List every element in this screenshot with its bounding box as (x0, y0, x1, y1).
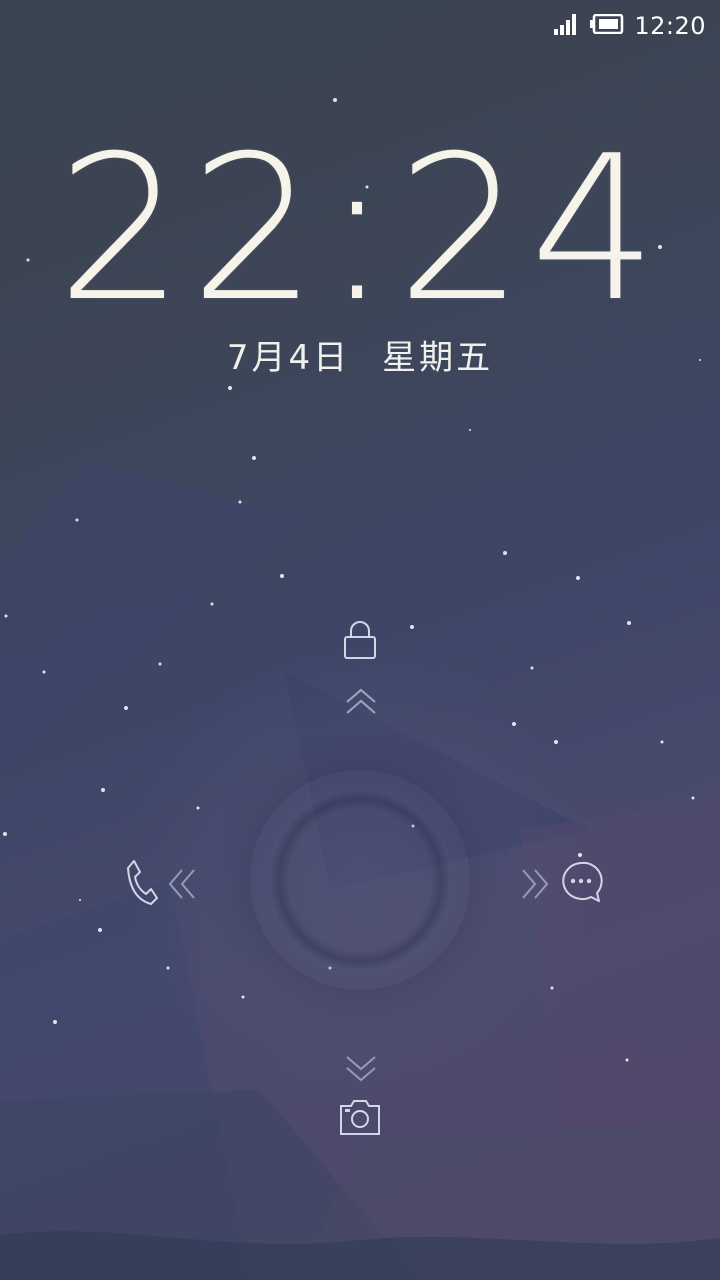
unlock-ring[interactable] (250, 770, 470, 990)
date-day: 7月4日 (226, 338, 351, 378)
chevron-down-icon (345, 1055, 377, 1087)
message-icon (560, 861, 604, 908)
phone-shortcut-button[interactable] (124, 858, 158, 910)
lock-icon (342, 621, 378, 664)
signal-icon (552, 13, 580, 39)
camera-shortcut-button[interactable] (339, 1098, 381, 1140)
chevron-right-double-icon (521, 868, 551, 904)
status-icons: 12:20 (552, 10, 706, 42)
lockscreen-clock: 22:24 (56, 113, 664, 346)
status-time: 12:20 (634, 12, 706, 40)
chevron-up-double-icon (345, 688, 377, 720)
message-shortcut-button[interactable] (560, 860, 604, 908)
camera-icon (339, 1100, 381, 1140)
unlock-lock-button[interactable] (342, 620, 378, 664)
status-bar: 12:20 (0, 0, 720, 52)
date-weekday: 星期五 (382, 338, 494, 378)
chevron-left-double-icon (168, 868, 198, 904)
phone-icon (124, 860, 158, 910)
lockscreen-date: 7月4日 星期五 (0, 330, 720, 379)
battery-icon (590, 13, 624, 38)
